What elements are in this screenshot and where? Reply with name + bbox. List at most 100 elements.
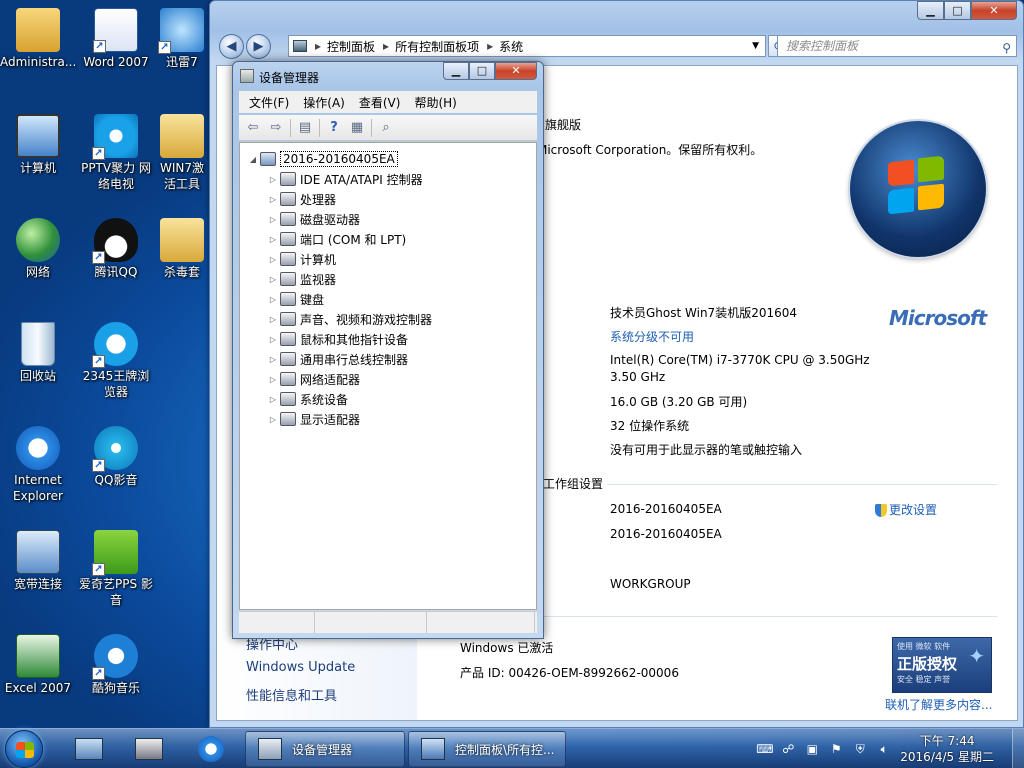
security-shield-icon[interactable]: ⛨ xyxy=(852,741,868,757)
minimize-button[interactable]: ▁ xyxy=(443,62,469,80)
desktop-icon-qq[interactable]: ↗ 腾讯QQ xyxy=(78,218,154,280)
desktop-icon-win7-activator[interactable]: WIN7激活工具 xyxy=(156,114,208,192)
maximize-button[interactable]: □ xyxy=(944,1,971,20)
breadcrumb-item[interactable]: 所有控制面板项 xyxy=(395,38,479,55)
expand-arrow-icon[interactable]: ▷ xyxy=(268,255,278,264)
device-category[interactable]: ▷ 监视器 xyxy=(268,269,336,289)
show-desktop-button[interactable] xyxy=(1012,729,1024,768)
link-windows-update[interactable]: Windows Update xyxy=(246,660,355,675)
device-category[interactable]: ▷ 磁盘驱动器 xyxy=(268,209,360,229)
desktop-icon-antivirus[interactable]: 杀毒套 xyxy=(156,218,208,280)
pinned-switch-windows[interactable] xyxy=(122,732,176,766)
expand-arrow-icon[interactable]: ▷ xyxy=(268,395,278,404)
desktop-icon-network[interactable]: 网络 xyxy=(0,218,76,280)
desktop-icon-excel[interactable]: Excel 2007 xyxy=(0,634,76,696)
link-performance-tools[interactable]: 性能信息和工具 xyxy=(246,685,337,704)
device-category[interactable]: ▷ 计算机 xyxy=(268,249,336,269)
device-tree[interactable]: ◢ 2016-20160405EA ▷ IDE ATA/ATAPI 控制器 ▷ 处理器… xyxy=(239,142,537,610)
device-manager-window[interactable]: 设备管理器 ▁ □ ✕ 文件(F) 操作(A) 查看(V) 帮助(H) ⇦ ⇨ … xyxy=(232,61,544,639)
close-button[interactable]: ✕ xyxy=(495,62,537,80)
desktop-icon-label: 酷狗音乐 xyxy=(91,681,140,695)
qqplayer-icon: ↗ xyxy=(92,426,138,472)
expand-arrow-icon[interactable]: ▷ xyxy=(268,315,278,324)
search-input[interactable]: 搜索控制面板 ⚲ xyxy=(777,35,1017,57)
properties-list-icon[interactable]: ▤ xyxy=(296,120,314,136)
menu-help[interactable]: 帮助(H) xyxy=(414,94,456,111)
device-category[interactable]: ▷ 键盘 xyxy=(268,289,324,309)
desktop-icon-administrator[interactable]: Administra... xyxy=(0,8,76,70)
menu-file[interactable]: 文件(F) xyxy=(249,94,289,111)
action-center-flag-icon[interactable]: ⚑ xyxy=(828,741,844,757)
pinned-internet-explorer[interactable] xyxy=(184,732,238,766)
tree-root[interactable]: ◢ 2016-20160405EA xyxy=(248,149,398,169)
desktop-icon-iqiyi[interactable]: ↗ 爱奇艺PPS 影音 xyxy=(78,530,154,608)
pinned-show-desktop[interactable] xyxy=(62,732,116,766)
breadcrumb-separator-icon: ▸ xyxy=(383,39,390,53)
device-category[interactable]: ▷ 通用串行总线控制器 xyxy=(268,349,408,369)
device-category-icon xyxy=(280,272,296,286)
search-icon[interactable]: ⚲ xyxy=(1002,38,1011,58)
desktop-icon-thunder[interactable]: ↗ 迅雷7 xyxy=(156,8,208,70)
breadcrumb-item[interactable]: 系统 xyxy=(499,38,523,55)
network-globe-icon xyxy=(16,218,60,262)
scan-hardware-icon[interactable]: ⌕ xyxy=(377,120,395,136)
expand-arrow-icon[interactable]: ▷ xyxy=(268,175,278,184)
volume-icon[interactable]: 🔈︎ xyxy=(876,741,892,757)
full-computer-name-value: 2016-20160405EA xyxy=(610,527,722,541)
task-control-panel[interactable]: 控制面板\所有控... xyxy=(408,731,566,767)
expand-arrow-icon[interactable]: ▷ xyxy=(268,275,278,284)
menu-action[interactable]: 操作(A) xyxy=(303,94,345,111)
maximize-button[interactable]: □ xyxy=(469,62,495,80)
expand-arrow-icon[interactable]: ▷ xyxy=(268,335,278,344)
device-category[interactable]: ▷ 处理器 xyxy=(268,189,336,209)
desktop-icon-word[interactable]: ↗ Word 2007 xyxy=(78,8,154,70)
change-settings-link[interactable]: 更改设置 xyxy=(875,501,937,518)
genuine-software-badge[interactable]: 使用 微软 软件 正版授权 安全 稳定 声誉 ✦ xyxy=(892,637,992,693)
device-category[interactable]: ▷ 鼠标和其他指针设备 xyxy=(268,329,408,349)
collapse-arrow-icon[interactable]: ◢ xyxy=(248,155,258,164)
device-category[interactable]: ▷ 系统设备 xyxy=(268,389,348,409)
rating-link[interactable]: 系统分级不可用 xyxy=(610,328,694,345)
forward-button[interactable]: ▶ xyxy=(246,34,271,59)
address-bar[interactable]: ▸ 控制面板 ▸ 所有控制面板项 ▸ 系统 ▼ xyxy=(288,35,766,57)
start-button[interactable] xyxy=(5,730,43,768)
desktop-icon-pptv[interactable]: ↗ PPTV聚力 网络电视 xyxy=(78,114,154,192)
expand-arrow-icon[interactable]: ▷ xyxy=(268,375,278,384)
back-arrow-icon[interactable]: ⇦ xyxy=(244,120,262,136)
minimize-button[interactable]: ▁ xyxy=(917,1,944,20)
help-icon[interactable]: ? xyxy=(325,120,343,136)
expand-arrow-icon[interactable]: ▷ xyxy=(268,215,278,224)
clock[interactable]: 下午 7:44 2016/4/5 星期二 xyxy=(900,733,994,765)
network-icon[interactable]: ☍ xyxy=(780,741,796,757)
task-label: 设备管理器 xyxy=(292,742,353,757)
expand-arrow-icon[interactable]: ▷ xyxy=(268,415,278,424)
expand-arrow-icon[interactable]: ▷ xyxy=(268,195,278,204)
desktop-icon-kugou[interactable]: ↗ 酷狗音乐 xyxy=(78,634,154,696)
task-device-manager[interactable]: 设备管理器 xyxy=(245,731,405,767)
desktop-icon-recycle-bin[interactable]: 回收站 xyxy=(0,322,76,384)
device-category[interactable]: ▷ 声音、视频和游戏控制器 xyxy=(268,309,432,329)
device-category[interactable]: ▷ IDE ATA/ATAPI 控制器 xyxy=(268,169,423,189)
expand-arrow-icon[interactable]: ▷ xyxy=(268,295,278,304)
breadcrumb-item[interactable]: 控制面板 xyxy=(327,38,375,55)
address-dropdown-icon[interactable]: ▼ xyxy=(752,41,759,51)
forward-arrow-icon[interactable]: ⇨ xyxy=(267,120,285,136)
back-button[interactable]: ◀ xyxy=(219,34,244,59)
desktop-icon-2345-browser[interactable]: ↗ 2345王牌浏览器 xyxy=(78,322,154,400)
desktop-icon-ie[interactable]: Internet Explorer xyxy=(0,426,76,504)
desktop-icon-qqplayer[interactable]: ↗ QQ影音 xyxy=(78,426,154,488)
device-category[interactable]: ▷ 网络适配器 xyxy=(268,369,360,389)
expand-arrow-icon[interactable]: ▷ xyxy=(268,355,278,364)
menu-view[interactable]: 查看(V) xyxy=(359,94,401,111)
close-button[interactable]: ✕ xyxy=(971,1,1017,20)
tray-app-icon[interactable]: ▣ xyxy=(804,741,820,757)
desktop-icon-computer[interactable]: 计算机 xyxy=(0,114,76,176)
device-category[interactable]: ▷ 显示适配器 xyxy=(268,409,360,429)
expand-arrow-icon[interactable]: ▷ xyxy=(268,235,278,244)
keyboard-icon[interactable]: ⌨ xyxy=(756,741,773,757)
desktop-icon-broadband[interactable]: 宽带连接 xyxy=(0,530,76,592)
view-icon[interactable]: ▦ xyxy=(348,120,366,136)
kugou-icon: ↗ xyxy=(92,634,138,680)
device-category[interactable]: ▷ 端口 (COM 和 LPT) xyxy=(268,229,406,249)
learn-more-link[interactable]: 联机了解更多内容... xyxy=(885,696,992,713)
